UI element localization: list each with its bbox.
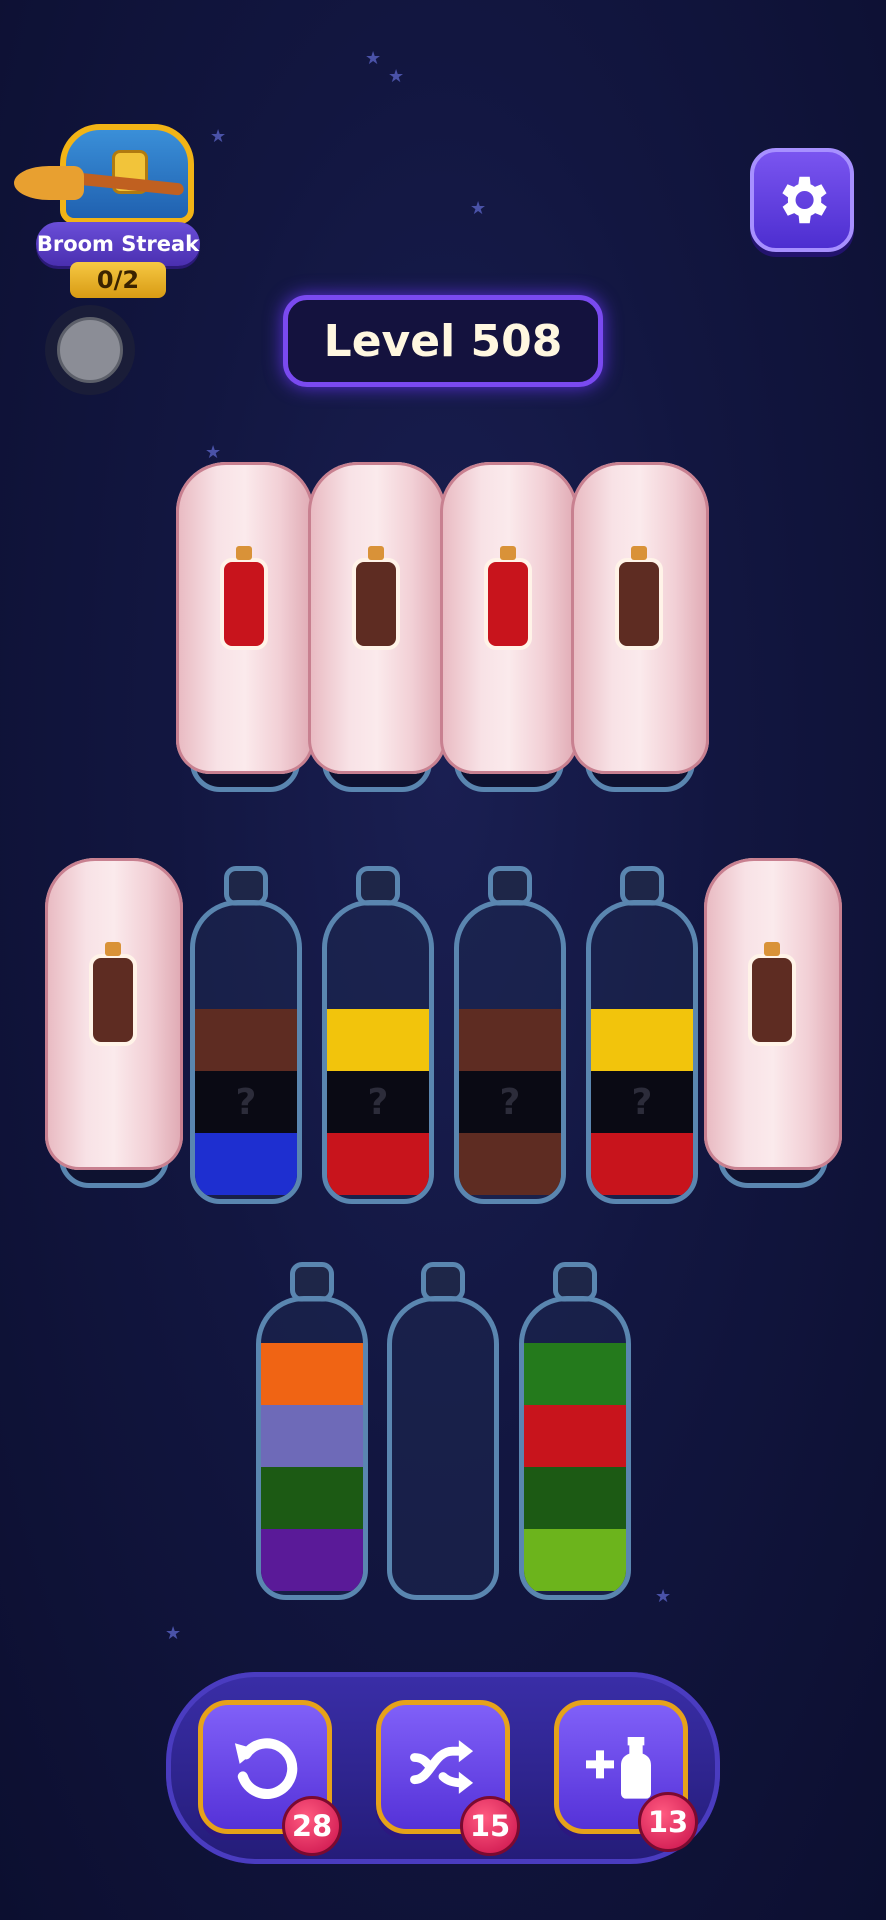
bottle-glass: [387, 1296, 499, 1600]
star-decoration: ★: [165, 1623, 182, 1644]
bottle-glass: [256, 1296, 368, 1600]
liquid-layer-dark-green: [261, 1467, 363, 1529]
liquid-layer-yellow: [327, 1009, 429, 1071]
shuffle-count-badge: 15: [460, 1796, 520, 1856]
bottle-glass: [519, 1296, 631, 1600]
liquid-layer-dark-green: [524, 1467, 626, 1529]
streak-label: Broom Streak: [36, 222, 200, 266]
cloth-cover: [440, 462, 578, 774]
liquid-layer-red: [327, 1133, 429, 1195]
bottle[interactable]: [387, 1262, 499, 1600]
cloth-cover: [571, 462, 709, 774]
bottle-glass: ?: [454, 900, 566, 1204]
broom-icon: [14, 166, 185, 200]
potion-icon: [615, 546, 663, 650]
hidden-layer: ?: [591, 1071, 693, 1133]
game-screen: { "header": { "streak_label": "Broom Str…: [0, 0, 886, 1920]
bottle[interactable]: [256, 1262, 368, 1600]
cloth-cover: [308, 462, 446, 774]
potion-icon: [220, 546, 268, 650]
bottle-glass: ?: [586, 900, 698, 1204]
potion-icon: [484, 546, 532, 650]
star-decoration: ★: [470, 198, 487, 219]
bottle-glass: ?: [322, 900, 434, 1204]
liquid-layer-green: [524, 1343, 626, 1405]
liquid-layer-lime: [524, 1529, 626, 1591]
undo-count-badge: 28: [282, 1796, 342, 1856]
add-bottle-count-badge: 13: [638, 1792, 698, 1852]
undo-icon: [234, 1738, 298, 1800]
cloth-cover: [176, 462, 314, 774]
star-decoration: ★: [205, 442, 222, 463]
star-decoration: ★: [365, 48, 382, 69]
liquid-layer-red: [591, 1133, 693, 1195]
liquid-layer-brown: [459, 1009, 561, 1071]
potion-icon: [748, 942, 796, 1046]
covered-bottle[interactable]: [176, 462, 314, 792]
liquid-layer-brown: [195, 1009, 297, 1071]
liquid-layer-purple: [261, 1529, 363, 1591]
broom-streak-badge[interactable]: Broom Streak 0/2: [14, 118, 210, 298]
level-label: Level 508: [283, 295, 603, 387]
liquid-layer-blue: [195, 1133, 297, 1195]
covered-bottle[interactable]: [440, 462, 578, 792]
star-decoration: ★: [655, 1586, 672, 1607]
bottle-glass: ?: [190, 900, 302, 1204]
bottle[interactable]: ?: [190, 866, 302, 1204]
settings-button[interactable]: [750, 148, 854, 252]
record-indicator[interactable]: [45, 305, 135, 395]
hidden-layer: ?: [327, 1071, 429, 1133]
star-decoration: ★: [388, 66, 405, 87]
bottle[interactable]: ?: [454, 866, 566, 1204]
covered-bottle[interactable]: [308, 462, 446, 792]
shuffle-icon: [410, 1740, 474, 1794]
star-decoration: ★: [210, 126, 227, 147]
hidden-layer: ?: [195, 1071, 297, 1133]
cloth-cover: [704, 858, 842, 1170]
bottle[interactable]: [519, 1262, 631, 1600]
cloth-cover: [45, 858, 183, 1170]
covered-bottle[interactable]: [704, 858, 842, 1188]
potion-icon: [352, 546, 400, 650]
bottle[interactable]: ?: [586, 866, 698, 1204]
potion-icon: [89, 942, 137, 1046]
liquid-layer-orange: [261, 1343, 363, 1405]
liquid-layer-lavender: [261, 1405, 363, 1467]
add-bottle-icon: [586, 1737, 651, 1799]
gear-icon: [782, 176, 827, 224]
liquid-layer-yellow: [591, 1009, 693, 1071]
streak-count: 0/2: [70, 262, 166, 298]
hidden-layer: ?: [459, 1071, 561, 1133]
liquid-layer-brown: [459, 1133, 561, 1195]
covered-bottle[interactable]: [571, 462, 709, 792]
covered-bottle[interactable]: [45, 858, 183, 1188]
liquid-layer-red: [524, 1405, 626, 1467]
bottle[interactable]: ?: [322, 866, 434, 1204]
